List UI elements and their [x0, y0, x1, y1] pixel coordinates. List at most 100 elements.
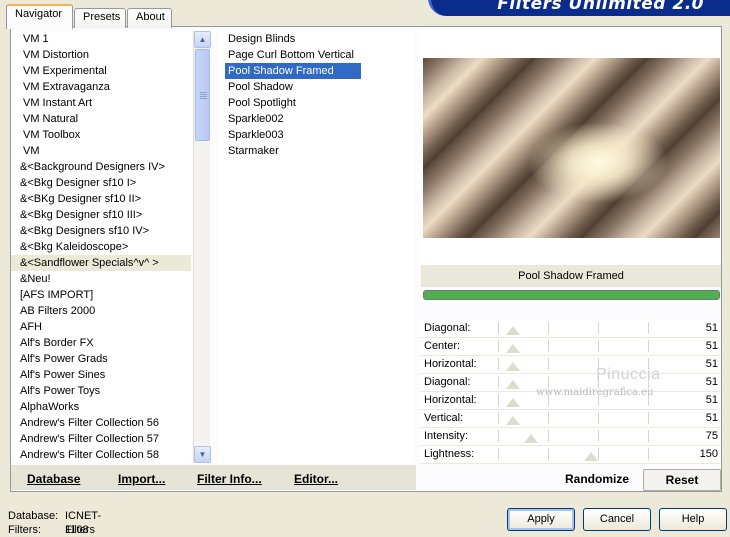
param-label: Diagonal:: [424, 376, 471, 388]
category-item[interactable]: Alf's Border FX: [11, 335, 191, 351]
apply-button[interactable]: Apply: [507, 508, 575, 531]
category-item[interactable]: Alf's Power Sines: [11, 367, 191, 383]
filter-item[interactable]: Pool Shadow: [218, 79, 414, 95]
param-slider[interactable]: [473, 338, 673, 355]
category-item[interactable]: Alf's Power Toys: [11, 383, 191, 399]
category-item[interactable]: &<Bkg Designer sf10 I>: [11, 175, 191, 191]
category-item[interactable]: [AFS IMPORT]: [11, 287, 191, 303]
editor-button[interactable]: Editor...: [294, 472, 338, 486]
category-list[interactable]: VM 1 VM Distortion VM Experimental VM Extra…: [11, 31, 191, 463]
param-value: 51: [705, 394, 718, 406]
import-button[interactable]: Import...: [118, 472, 165, 486]
preview-image: [423, 58, 720, 238]
param-row[interactable]: Horizontal: 51: [421, 356, 721, 374]
status-filters-label: Filters:: [8, 524, 41, 536]
category-item[interactable]: &Neu!: [11, 271, 191, 287]
preview-filter-name: Pool Shadow Framed: [421, 265, 721, 287]
category-item[interactable]: &<Bkg Designer sf10 III>: [11, 207, 191, 223]
param-value: 51: [705, 412, 718, 424]
param-label: Vertical:: [424, 412, 464, 424]
param-label: Center:: [424, 340, 461, 352]
category-item[interactable]: AlphaWorks: [11, 399, 191, 415]
param-value: 51: [705, 322, 718, 334]
filter-item[interactable]: Starmaker: [218, 143, 414, 159]
category-item[interactable]: VM 1: [11, 31, 191, 47]
title-banner: Filters Unlimited 2.0: [428, 0, 730, 16]
watermark-name: Pinuccia: [596, 366, 661, 383]
status-database-label: Database:: [8, 510, 59, 522]
tab-navigator[interactable]: Navigator: [6, 4, 73, 29]
progress-fill: [424, 291, 719, 299]
param-value: 51: [705, 358, 718, 370]
tab-label: About: [136, 11, 165, 23]
category-item[interactable]: VM: [11, 143, 191, 159]
param-slider[interactable]: [473, 446, 673, 463]
filter-item[interactable]: Pool Shadow Framed: [225, 63, 361, 79]
param-row[interactable]: Diagonal: 51: [421, 320, 721, 338]
category-item[interactable]: Andrew's Filter Collection 56: [11, 415, 191, 431]
param-slider[interactable]: [473, 428, 673, 445]
category-item[interactable]: VM Instant Art: [11, 95, 191, 111]
param-row[interactable]: Lightness: 150: [421, 446, 721, 464]
param-row[interactable]: Center: 51: [421, 338, 721, 356]
randomize-button[interactable]: Randomize: [565, 472, 629, 486]
param-label: Diagonal:: [424, 322, 471, 334]
slider-thumb[interactable]: [506, 362, 520, 371]
watermark-site: www.maidiregrafica.eu: [536, 387, 654, 398]
filter-item[interactable]: Page Curl Bottom Vertical: [218, 47, 414, 63]
param-label: Horizontal:: [424, 358, 477, 370]
category-item[interactable]: &<Background Designers IV>: [11, 159, 191, 175]
slider-thumb[interactable]: [506, 344, 520, 353]
category-item[interactable]: &<Sandflower Specials^v^ >: [11, 255, 191, 271]
scroll-thumb[interactable]: [195, 49, 210, 141]
category-item[interactable]: &<Bkg Designers sf10 IV>: [11, 223, 191, 239]
list-toolbar: Database Import... Filter Info... Editor…: [11, 465, 416, 490]
category-scrollbar[interactable]: ▲ ▼: [193, 31, 211, 463]
param-value: 150: [699, 448, 718, 460]
param-row[interactable]: Intensity: 75: [421, 428, 721, 446]
progress-bar: [423, 290, 720, 300]
category-item[interactable]: VM Natural: [11, 111, 191, 127]
scroll-down-icon[interactable]: ▼: [194, 446, 211, 463]
database-button[interactable]: Database: [27, 472, 80, 486]
tab-label: Presets: [83, 11, 121, 23]
help-button[interactable]: Help: [659, 508, 727, 531]
filter-item[interactable]: Sparkle002: [218, 111, 414, 127]
filter-list[interactable]: Design Blinds Page Curl Bottom Vertical Po…: [218, 31, 414, 463]
app-title: Filters Unlimited 2.0: [497, 0, 704, 14]
category-item[interactable]: Andrew's Filter Collection 57: [11, 431, 191, 447]
cancel-button[interactable]: Cancel: [583, 508, 651, 531]
category-item[interactable]: &<Bkg Kaleidoscope>: [11, 239, 191, 255]
param-label: Lightness:: [424, 448, 475, 460]
slider-thumb[interactable]: [584, 452, 598, 461]
slider-thumb[interactable]: [506, 398, 520, 407]
status-filters: Filters: 1108: [8, 523, 89, 537]
category-item[interactable]: VM Distortion: [11, 47, 191, 63]
param-slider[interactable]: [473, 410, 673, 427]
filter-item[interactable]: Pool Spotlight: [218, 95, 414, 111]
filter-item[interactable]: Sparkle003: [218, 127, 414, 143]
tab-presets[interactable]: Presets: [74, 8, 126, 28]
category-item[interactable]: VM Extravaganza: [11, 79, 191, 95]
filter-info-button[interactable]: Filter Info...: [197, 472, 262, 486]
scroll-up-icon[interactable]: ▲: [194, 31, 211, 48]
param-row[interactable]: Vertical: 51: [421, 410, 721, 428]
slider-thumb[interactable]: [506, 326, 520, 335]
category-item[interactable]: VM Experimental: [11, 63, 191, 79]
slider-thumb[interactable]: [506, 380, 520, 389]
category-item[interactable]: VM Toolbox: [11, 127, 191, 143]
category-item[interactable]: &<BKg Designer sf10 II>: [11, 191, 191, 207]
status-filters-value: 1108: [65, 524, 89, 536]
filter-item[interactable]: Design Blinds: [218, 31, 414, 47]
slider-thumb[interactable]: [524, 434, 538, 443]
param-slider[interactable]: [473, 320, 673, 337]
category-item[interactable]: AB Filters 2000: [11, 303, 191, 319]
reset-button[interactable]: Reset: [643, 469, 721, 491]
tab-about[interactable]: About: [127, 8, 172, 28]
slider-thumb[interactable]: [506, 416, 520, 425]
param-label: Horizontal:: [424, 394, 477, 406]
status-area: Database: ICNET-Filters Filters: 1108: [8, 509, 101, 537]
category-item[interactable]: Andrew's Filter Collection 58: [11, 447, 191, 463]
category-item[interactable]: AFH: [11, 319, 191, 335]
category-item[interactable]: Alf's Power Grads: [11, 351, 191, 367]
